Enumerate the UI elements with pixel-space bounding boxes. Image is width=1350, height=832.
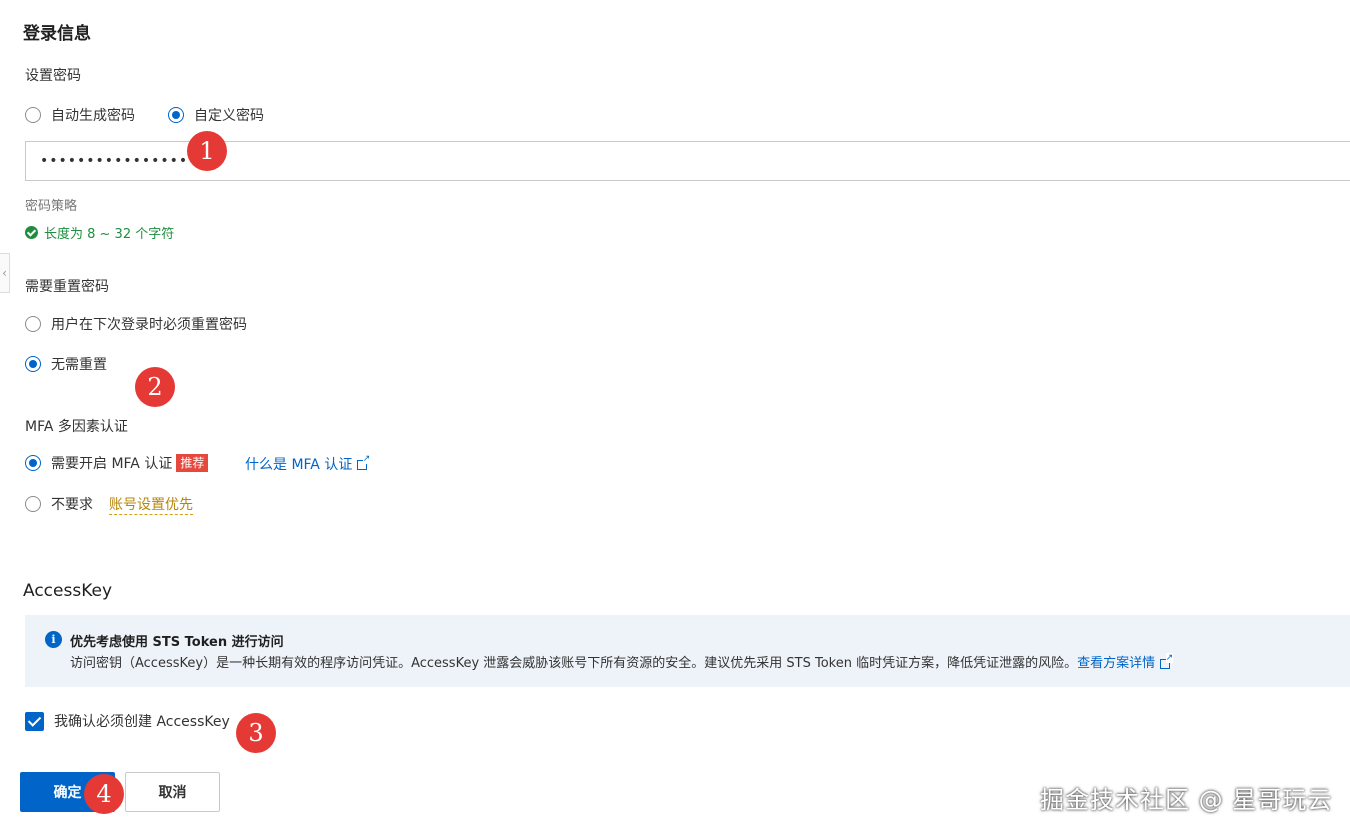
policy-rule-text: 长度为 8 ~ 32 个字符 bbox=[44, 227, 175, 242]
checkbox-checked-icon[interactable] bbox=[25, 711, 44, 731]
section-title-login-info: 登录信息 bbox=[23, 24, 91, 44]
recommended-badge: 推荐 bbox=[176, 454, 209, 472]
external-link-icon[interactable] bbox=[1160, 652, 1174, 669]
radio-custom-password[interactable]: 自定义密码 bbox=[168, 104, 264, 126]
radio-checked-icon[interactable] bbox=[25, 455, 41, 471]
radio-label: 自动生成密码 bbox=[51, 108, 135, 124]
watermark-text: 掘金技术社区 @ 星哥玩云 bbox=[1040, 786, 1333, 814]
reset-password-label: 需要重置密码 bbox=[25, 279, 109, 295]
radio-label: 用户在下次登录时必须重置密码 bbox=[51, 317, 247, 333]
radio-checked-icon[interactable] bbox=[168, 107, 184, 123]
sidebar-collapse-handle[interactable]: ‹ bbox=[0, 253, 10, 293]
mfa-help-link-text[interactable]: 什么是 MFA 认证 bbox=[245, 457, 352, 473]
cancel-button[interactable]: 取消 bbox=[125, 772, 220, 812]
annotation-marker-4: 4 bbox=[84, 774, 124, 814]
notice-body: 访问密钥（AccessKey）是一种长期有效的程序访问凭证。AccessKey … bbox=[70, 652, 1174, 671]
notice-body-text: 访问密钥（AccessKey）是一种长期有效的程序访问凭证。AccessKey … bbox=[70, 656, 1078, 671]
radio-mfa-not-required[interactable]: 不要求 账号设置优先 bbox=[25, 493, 193, 515]
checkbox-label: 我确认必须创建 AccessKey bbox=[54, 714, 230, 730]
radio-label: 无需重置 bbox=[51, 357, 107, 373]
radio-must-reset[interactable]: 用户在下次登录时必须重置密码 bbox=[25, 313, 247, 335]
password-masked-value: •••••••••••••••• bbox=[40, 153, 189, 169]
password-policy-rule: 长度为 8 ~ 32 个字符 bbox=[25, 223, 174, 242]
view-solution-link[interactable]: 查看方案详情 bbox=[1077, 656, 1155, 671]
external-link-icon[interactable] bbox=[357, 454, 371, 470]
check-circle-icon bbox=[25, 226, 38, 239]
confirm-create-accesskey[interactable]: 我确认必须创建 AccessKey bbox=[25, 711, 230, 731]
radio-label: 不要求 bbox=[51, 497, 93, 513]
radio-label: 需要开启 MFA 认证 bbox=[51, 456, 173, 472]
radio-circle-icon[interactable] bbox=[25, 316, 41, 332]
password-policy-label: 密码策略 bbox=[25, 199, 78, 214]
radio-no-reset[interactable]: 无需重置 bbox=[25, 353, 107, 375]
radio-label: 自定义密码 bbox=[194, 108, 264, 124]
annotation-marker-3: 3 bbox=[236, 713, 276, 753]
accesskey-notice: i 优先考虑使用 STS Token 进行访问 访问密钥（AccessKey）是… bbox=[25, 615, 1350, 687]
radio-mfa-required[interactable]: 需要开启 MFA 认证 推荐 bbox=[25, 452, 209, 474]
mfa-help-link[interactable]: 什么是 MFA 认证 bbox=[245, 454, 371, 474]
set-password-label: 设置密码 bbox=[25, 68, 81, 84]
account-priority-link[interactable]: 账号设置优先 bbox=[109, 494, 193, 515]
annotation-marker-1: 1 bbox=[187, 131, 227, 171]
radio-auto-generate-password[interactable]: 自动生成密码 bbox=[25, 104, 135, 126]
notice-title: 优先考虑使用 STS Token 进行访问 bbox=[70, 635, 284, 650]
info-icon: i bbox=[45, 631, 62, 648]
radio-circle-icon[interactable] bbox=[25, 496, 41, 512]
section-title-accesskey: AccessKey bbox=[23, 581, 113, 601]
mfa-label: MFA 多因素认证 bbox=[25, 419, 128, 435]
radio-circle-icon[interactable] bbox=[25, 107, 41, 123]
annotation-marker-2: 2 bbox=[135, 367, 175, 407]
radio-checked-icon[interactable] bbox=[25, 356, 41, 372]
